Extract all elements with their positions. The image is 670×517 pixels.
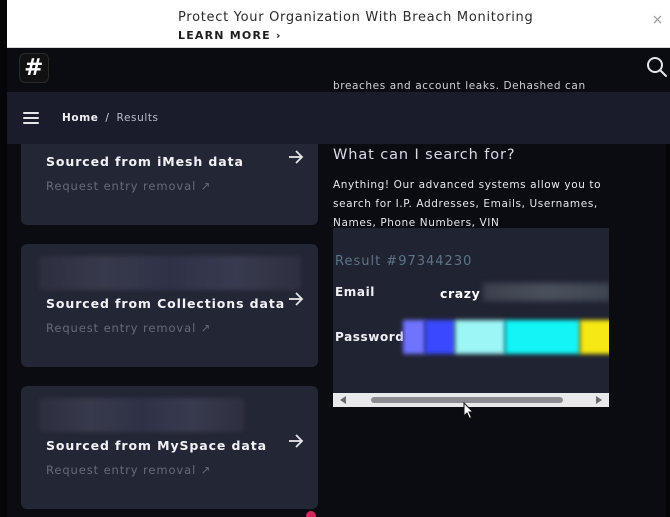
breadcrumb-current: Results [116,112,159,124]
source-card-myspace[interactable]: Sourced from MySpace data Request entry … [21,386,318,509]
result-title: Result #97344230 [335,254,473,269]
menu-icon[interactable] [23,112,39,124]
card-title: Sourced from Collections data [46,296,286,311]
breadcrumb: Home / Results [62,112,159,124]
email-value: crazy [440,286,481,301]
result-content: Result #97344230 Email crazy Password [333,228,609,393]
info-heading: What can I search for? [333,147,516,163]
redacted-password [403,318,609,358]
mouse-cursor-icon [463,402,475,420]
email-label: Email [335,285,376,299]
notification-dot [306,511,316,517]
request-removal-link[interactable]: Request entry removal ↗ [46,321,211,335]
redacted-preview [39,398,244,432]
breadcrumb-home[interactable]: Home [62,112,98,124]
logo-glyph: # [24,54,44,81]
arrow-right-icon[interactable] [287,148,305,166]
breadcrumb-separator: / [105,112,110,124]
redacted-email [483,283,609,301]
logo[interactable]: # [19,53,49,83]
info-description: Anything! Our advanced systems allow you… [333,179,602,229]
scroll-right-icon[interactable] [596,396,602,404]
search-icon[interactable] [646,56,668,78]
arrow-right-icon[interactable] [287,290,305,308]
result-panel[interactable]: Result #97344230 Email crazy Password [333,228,609,407]
learn-more-link[interactable]: LEARN MORE › [178,29,282,42]
scroll-left-icon[interactable] [340,396,346,404]
banner-title: Protect Your Organization With Breach Mo… [178,10,534,25]
arrow-right-icon[interactable] [287,432,305,450]
source-card-collections[interactable]: Sourced from Collections data Request en… [21,244,318,367]
request-removal-link[interactable]: Request entry removal ↗ [46,179,211,193]
close-icon[interactable]: × [652,12,664,28]
redacted-preview [39,256,301,290]
breadcrumb-bar: Home / Results [7,92,670,144]
card-title: Sourced from MySpace data [46,438,267,453]
window-edge-left [0,0,7,517]
source-card-imesh[interactable]: Sourced from iMesh data Request entry re… [21,144,318,225]
card-title: Sourced from iMesh data [46,154,244,169]
request-removal-link[interactable]: Request entry removal ↗ [46,463,211,477]
intro-text-partial: breaches and account leaks. Dehashed can [333,80,586,92]
password-label: Password [335,330,405,344]
ad-banner[interactable]: Protect Your Organization With Breach Mo… [7,0,670,48]
